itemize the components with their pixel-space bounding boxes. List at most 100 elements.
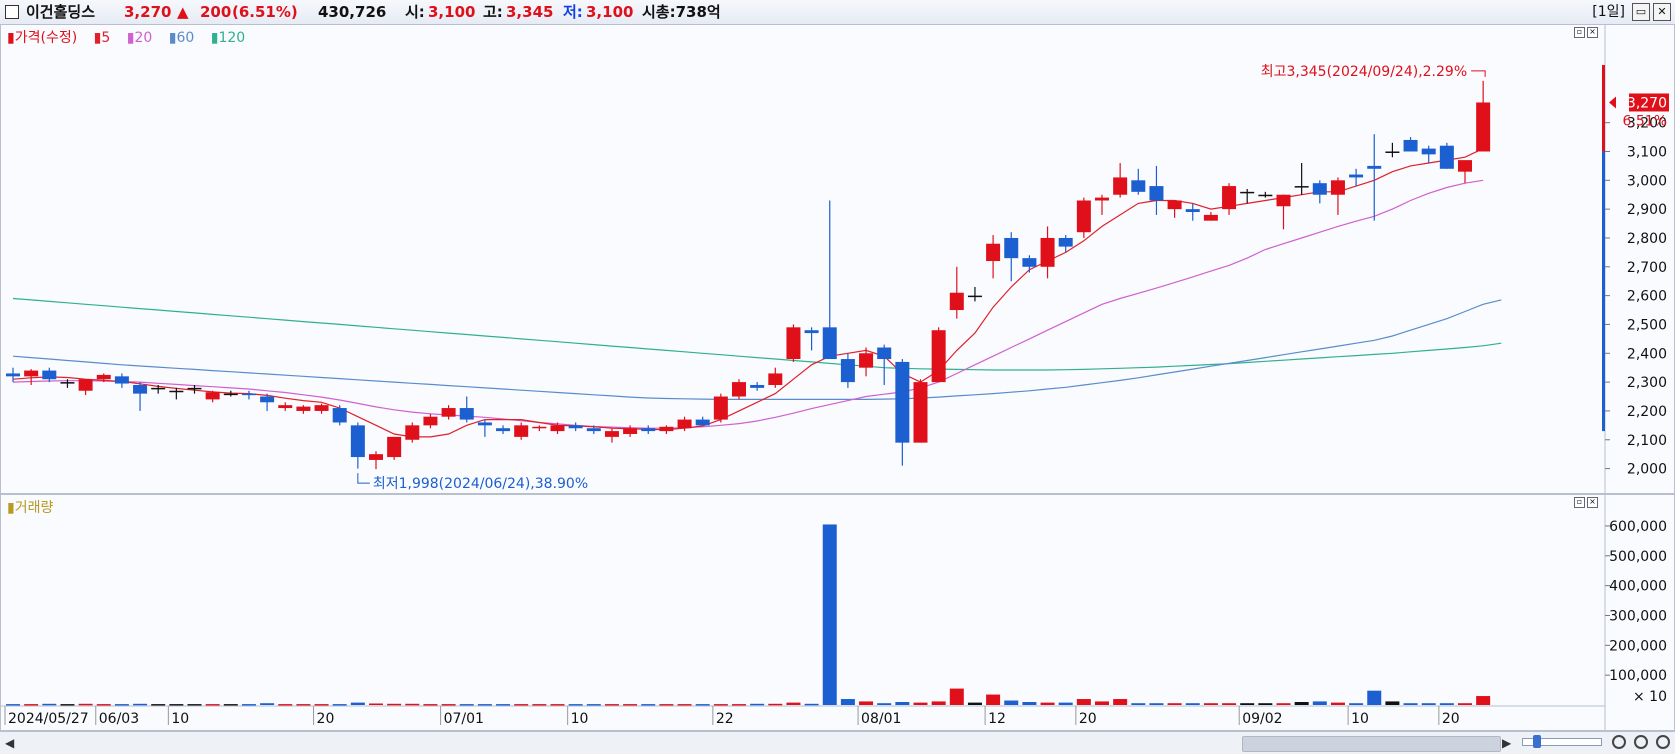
- candle-body: [786, 327, 801, 360]
- volume-axis-label: 100,000: [1609, 668, 1667, 684]
- volume-bar: [641, 704, 656, 706]
- low-price: 3,100: [586, 3, 634, 21]
- candle-body: [1240, 191, 1255, 194]
- volume-bar: [114, 704, 129, 706]
- volume-bar: [496, 704, 511, 706]
- price-axis-label: 2,300: [1627, 375, 1667, 391]
- min-price-annotation: 최저1,998(2024/06/24),38.90%: [373, 476, 588, 492]
- range-bar-up: [1602, 65, 1605, 152]
- volume-bar: [1240, 703, 1255, 705]
- price-marker-icon: [1609, 96, 1616, 109]
- candle-body: [568, 425, 583, 429]
- volume-bar: [1258, 703, 1273, 705]
- candle-body: [532, 426, 547, 429]
- volume-bar: [1294, 702, 1309, 705]
- volume-bar: [1330, 702, 1345, 705]
- price-change: 200: [200, 3, 232, 21]
- volume-panel: ▮거래량 ▫ × 100,000 200,000 300,000 400,000 500…: [0, 494, 1675, 732]
- candle-body: [496, 428, 511, 432]
- min-annotation-arrow: [357, 473, 370, 484]
- candle-body: [514, 425, 529, 437]
- zoom-out-icon[interactable]: [1612, 735, 1626, 749]
- x-axis-label: 06/03: [99, 711, 139, 727]
- stock-name: 이건홀딩스: [26, 3, 96, 21]
- volume-bar: [60, 704, 75, 706]
- candle-body: [278, 405, 293, 409]
- volume-axis-label: 300,000: [1609, 608, 1667, 624]
- candle-body: [1458, 160, 1472, 172]
- volume-bar: [1004, 700, 1019, 705]
- volume-bar: [514, 704, 529, 706]
- scroll-thumb[interactable]: [1242, 736, 1501, 752]
- candle-body: [332, 408, 347, 423]
- candle-body: [1222, 186, 1237, 210]
- zoom-slider[interactable]: [1522, 735, 1602, 748]
- candle-body: [1312, 183, 1327, 195]
- candle-body: [586, 428, 601, 432]
- scroll-left-icon[interactable]: ◀: [5, 736, 14, 750]
- candle-body: [677, 419, 692, 429]
- volume-bar: [1058, 702, 1073, 705]
- volume-bar: [1113, 699, 1128, 705]
- volume-bar: [550, 704, 565, 706]
- volume-bar: [1403, 703, 1418, 705]
- candle-body: [314, 405, 329, 411]
- period-selector[interactable]: [1일]: [1592, 0, 1625, 24]
- volume-bar: [169, 704, 184, 706]
- volume-bar: [223, 704, 238, 706]
- volume-bar: [859, 701, 874, 705]
- candle-body: [1476, 102, 1491, 152]
- x-axis-label: 10: [571, 711, 589, 727]
- volume-bar: [804, 703, 819, 706]
- volume-axis-label: 500,000: [1609, 549, 1667, 565]
- candle-body: [369, 454, 383, 460]
- volume-bar: [1458, 703, 1472, 705]
- volume-bar: [387, 703, 402, 706]
- last-pct-label: 6.51%: [1623, 113, 1667, 129]
- price-axis-label: 2,100: [1627, 433, 1667, 449]
- volume-bar: [1349, 703, 1364, 705]
- x-axis-label: 20: [317, 711, 335, 727]
- volume-bar: [732, 704, 746, 706]
- volume-bar: [151, 704, 166, 706]
- candle-body: [913, 382, 928, 443]
- candle-body: [1076, 200, 1091, 233]
- price-change-pct: (6.51%): [232, 3, 298, 21]
- candle-body: [96, 374, 111, 380]
- chart-scrollbar[interactable]: ◀ ▶: [0, 731, 1675, 754]
- x-axis-label: 20: [1442, 711, 1460, 727]
- zoom-in-icon[interactable]: [1634, 735, 1648, 749]
- candle-body: [1421, 148, 1436, 155]
- volume-bar: [405, 703, 420, 706]
- scroll-right-icon[interactable]: ▶: [1502, 736, 1511, 750]
- zoom-reset-icon[interactable]: [1656, 735, 1670, 749]
- restore-icon[interactable]: ▭: [1632, 3, 1650, 21]
- volume-bar: [1476, 696, 1491, 705]
- volume-bar: [1040, 702, 1055, 705]
- close-icon[interactable]: ✕: [1653, 3, 1671, 21]
- volume-bar: [1439, 703, 1454, 705]
- candle-body: [78, 379, 93, 391]
- volume-bar: [205, 704, 220, 706]
- x-axis-label: 2024/05/27: [8, 711, 89, 727]
- candle-body: [477, 422, 492, 426]
- candle-body: [1149, 186, 1164, 201]
- zoom-slider-knob[interactable]: [1533, 735, 1541, 748]
- volume-bar: [423, 704, 438, 706]
- volume-bar: [1222, 703, 1237, 705]
- volume-chart[interactable]: 100,000 200,000 300,000 400,000 500,000 600,0…: [1, 495, 1675, 732]
- candle-body: [6, 373, 20, 377]
- candle-body: [223, 393, 238, 396]
- candle-body: [1385, 151, 1400, 153]
- volume-bar: [1367, 690, 1382, 705]
- candle-body: [151, 387, 166, 390]
- x-axis-label: 12: [988, 711, 1006, 727]
- ma20-line: [12, 179, 1484, 429]
- candle-body: [205, 392, 220, 400]
- candle-body: [1203, 214, 1218, 221]
- price-chart[interactable]: 2,000 2,100 2,200 2,300 2,400 2,500 2,600 2,700…: [1, 25, 1675, 495]
- select-checkbox[interactable]: [5, 5, 19, 19]
- candle-body: [550, 425, 565, 432]
- candle-body: [604, 431, 619, 437]
- volume-bar: [133, 703, 148, 706]
